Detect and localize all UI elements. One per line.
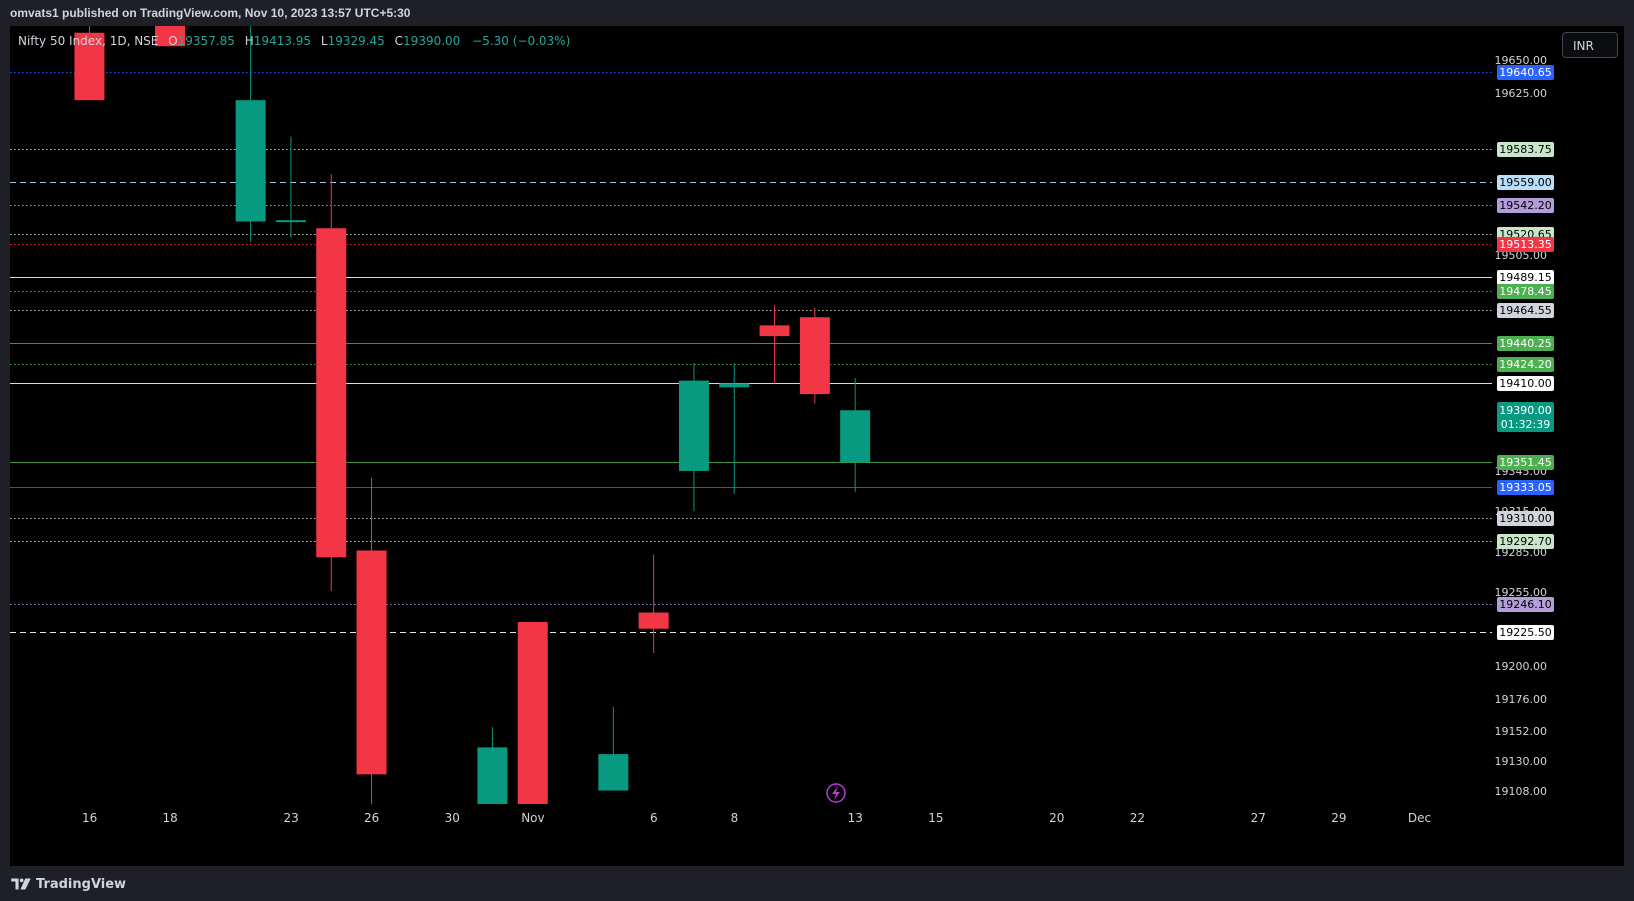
level-price-label: 19424.20 (1499, 358, 1552, 371)
last-price-label: 19390.00 (1499, 404, 1552, 417)
time-axis-label: 30 (445, 811, 460, 825)
candle-body[interactable] (799, 317, 830, 395)
level-price-label: 19333.05 (1499, 481, 1552, 494)
level-price-label: 19351.45 (1499, 456, 1552, 469)
time-axis-label: 26 (364, 811, 379, 825)
time-axis-label: Dec (1408, 811, 1431, 825)
candle-body[interactable] (517, 621, 548, 804)
level-price-label: 19559.00 (1499, 176, 1552, 189)
time-axis-label: 16 (82, 811, 97, 825)
level-price-label: 19583.75 (1499, 143, 1552, 156)
level-price-label: 19225.50 (1499, 626, 1552, 639)
low-label: L (320, 34, 328, 48)
time-axis-label: 8 (731, 811, 739, 825)
time-axis-label: 20 (1049, 811, 1064, 825)
level-price-label: 19478.45 (1499, 285, 1552, 298)
candle-body[interactable] (316, 228, 347, 558)
time-axis-label: 13 (848, 811, 863, 825)
price-tick-label: 19152.00 (1495, 725, 1548, 738)
low-value: 19329.45 (327, 34, 385, 48)
bar-countdown-label: 01:32:39 (1501, 418, 1550, 431)
time-axis-label: 18 (163, 811, 178, 825)
candle-body[interactable] (275, 220, 306, 223)
level-price-label: 19292.70 (1499, 535, 1552, 548)
candle-body[interactable] (356, 550, 387, 775)
candle-body[interactable] (235, 100, 266, 222)
price-tick-label: 19176.00 (1495, 693, 1548, 706)
time-axis-label: 15 (928, 811, 943, 825)
time-axis-label: 29 (1331, 811, 1346, 825)
level-price-label: 19542.20 (1499, 199, 1552, 212)
time-axis-label: 23 (283, 811, 298, 825)
time-axis-label: 22 (1130, 811, 1145, 825)
level-price-label: 19513.35 (1499, 238, 1552, 251)
time-axis-label: Nov (521, 811, 544, 825)
candle-body[interactable] (678, 380, 709, 471)
tradingview-logo-icon (11, 878, 31, 890)
footer-brand[interactable]: TradingView (10, 874, 126, 894)
candle-body[interactable] (840, 410, 871, 463)
open-value: 19357.85 (177, 34, 235, 48)
candle-body[interactable] (719, 383, 750, 388)
footer-brand-label: TradingView (36, 876, 127, 892)
currency-button[interactable]: INR (1562, 32, 1618, 58)
level-price-label: 19246.10 (1499, 598, 1552, 611)
close-label: C (394, 34, 404, 48)
level-price-label: 19464.55 (1499, 304, 1552, 317)
candle-body[interactable] (759, 325, 790, 337)
lightning-bolt-icon (832, 786, 840, 800)
open-label: O (168, 34, 178, 48)
time-axis-label: 27 (1251, 811, 1266, 825)
candle-body[interactable] (638, 612, 669, 629)
level-price-label: 19410.00 (1499, 377, 1552, 390)
price-tick-label: 19200.00 (1495, 660, 1548, 673)
time-axis-label: 6 (650, 811, 658, 825)
candle-body[interactable] (598, 754, 629, 791)
high-label: H (244, 34, 254, 48)
candle-body[interactable] (477, 747, 508, 804)
candlestick-chart[interactable]: 19650.0019625.0019505.0019345.0019315.00… (0, 0, 1634, 901)
price-tick-label: 19625.00 (1495, 87, 1548, 100)
level-price-label: 19440.25 (1499, 337, 1552, 350)
level-price-label: 19310.00 (1499, 512, 1552, 525)
candles-group (74, 26, 871, 804)
symbol-legend: Nifty 50 Index, 1D, NSE O19357.85 H19413… (18, 34, 570, 48)
price-tick-label: 19130.00 (1495, 755, 1548, 768)
change-value: −5.30 (−0.03%) (472, 34, 571, 48)
level-price-label: 19640.65 (1499, 66, 1552, 79)
symbol-title[interactable]: Nifty 50 Index, 1D, NSE (18, 34, 158, 48)
price-tick-label: 19108.00 (1495, 785, 1548, 798)
high-value: 19413.95 (253, 34, 312, 48)
close-value: 19390.00 (403, 34, 461, 48)
level-price-label: 19489.15 (1499, 271, 1552, 284)
